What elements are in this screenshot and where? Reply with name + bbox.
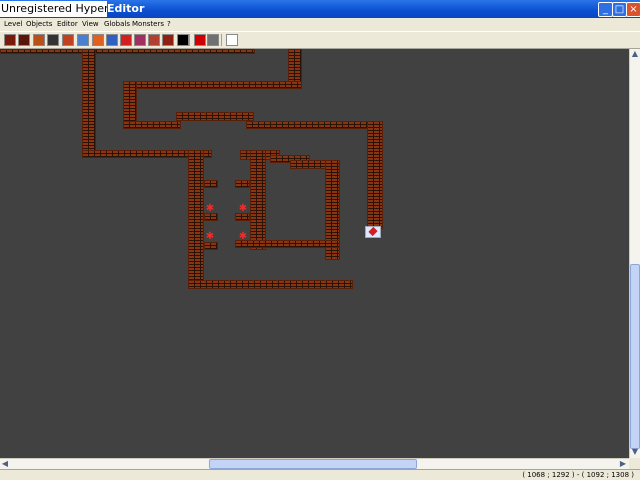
ball-tool-icon[interactable] [120,34,132,46]
monster-icon[interactable]: ✱ [204,232,216,242]
menu-view[interactable]: View [82,18,99,31]
brick-wall [235,240,340,248]
shield-tool-icon[interactable] [134,34,146,46]
menu-globals[interactable]: Globals [104,18,130,31]
brick-wall [367,121,383,229]
monster-tool-icon[interactable] [162,34,174,46]
brick-wall [204,213,218,221]
brick-wall [246,121,383,129]
menu-objects[interactable]: Objects [26,18,52,31]
scroll-left-icon[interactable]: ◀ [0,459,10,469]
menu-editor[interactable]: Editor [57,18,78,31]
select-tool-icon[interactable] [226,34,238,46]
menu-help[interactable]: ? [167,18,171,31]
brick-dark2-tool-icon[interactable] [18,34,30,46]
brick-wall [188,150,204,289]
menu-bar: Level Objects Editor View Globals Monste… [0,18,640,32]
fire-tool-icon[interactable] [92,34,104,46]
horizontal-scroll-thumb[interactable] [209,459,417,469]
vertical-scroll-thumb[interactable] [630,264,640,449]
hypercam-banner: Unregistered HyperCam 2 [0,1,107,17]
toolbar-separator [221,34,222,46]
brick-wall [235,213,250,221]
menu-monsters[interactable]: Monsters [132,18,164,31]
toolbar [0,32,640,49]
horizontal-scrollbar[interactable]: ◀ ▶ [0,458,629,469]
water-tool-icon[interactable] [106,34,118,46]
monster-icon[interactable]: ✱ [204,204,216,214]
window-title: Editor [107,2,145,15]
monster-icon[interactable]: ✱ [237,204,249,214]
ladder-tool-icon[interactable] [148,34,160,46]
minimize-button[interactable]: _ [598,2,613,17]
brick-wall [123,121,181,129]
key-tool-icon[interactable] [207,34,219,46]
brick-wall [235,180,250,188]
scroll-right-icon[interactable]: ▶ [618,459,628,469]
brick-wall [188,280,353,289]
brick-wall [176,112,254,121]
chest-tool-icon[interactable] [33,34,45,46]
title-bar: Unregistered HyperCam 2 Editor _ □ × [0,0,640,18]
brick-wall [204,180,218,188]
pipe-tool-icon[interactable] [47,34,59,46]
black-tool-icon[interactable] [177,34,189,46]
menu-level[interactable]: Level [4,18,22,31]
level-canvas[interactable]: ✱ ✱ ✱ ✱ [0,49,629,458]
cursor-coordinates: ( 1068 ; 1292 ) - ( 1092 ; 1308 ) [522,471,634,479]
flag-tool-icon[interactable] [194,34,206,46]
brick-dark-tool-icon[interactable] [4,34,16,46]
toolbar-separator [189,34,190,46]
close-button[interactable]: × [626,2,640,17]
brick-wall [250,150,266,250]
monster-icon[interactable]: ✱ [237,232,249,242]
bird-tool-icon[interactable] [77,34,89,46]
hammer-tool-icon[interactable] [62,34,74,46]
maximize-button[interactable]: □ [612,2,627,17]
status-bar: ( 1068 ; 1292 ) - ( 1092 ; 1308 ) [0,469,640,480]
brick-wall [82,49,96,157]
scroll-up-icon[interactable]: ▲ [630,49,640,59]
brick-wall [123,81,302,89]
brick-wall [0,49,255,54]
brick-wall [204,242,218,250]
scroll-down-icon[interactable]: ▼ [630,447,640,457]
player-start-icon[interactable] [365,226,381,238]
vertical-scrollbar[interactable]: ▲ ▼ [629,49,640,458]
